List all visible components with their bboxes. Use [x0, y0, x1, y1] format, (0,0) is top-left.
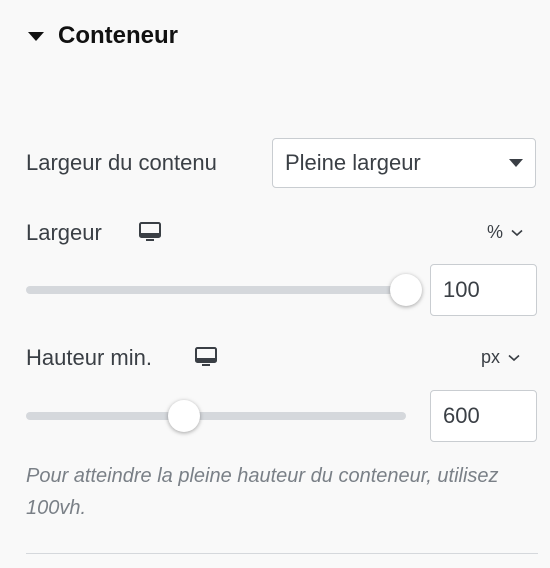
min-height-unit: px — [481, 347, 501, 367]
section-title: Conteneur — [58, 22, 178, 49]
content-width-label: Largeur du contenu — [26, 150, 217, 175]
chevron-down-icon — [508, 354, 520, 361]
content-width-select[interactable]: Pleine largeur — [272, 138, 536, 188]
width-slider-track[interactable] — [26, 286, 406, 294]
caret-down-icon — [28, 31, 44, 41]
min-height-label: Hauteur min. — [26, 345, 152, 370]
width-unit-selector[interactable]: % — [487, 222, 523, 243]
min-height-slider-handle[interactable] — [167, 400, 200, 432]
divider — [26, 553, 538, 554]
desktop-icon[interactable] — [194, 345, 218, 369]
dropdown-arrow-icon — [509, 159, 523, 167]
width-slider-handle[interactable] — [390, 274, 422, 306]
desktop-icon[interactable] — [138, 220, 162, 244]
width-label: Largeur — [26, 220, 102, 245]
width-input[interactable] — [430, 264, 537, 316]
chevron-down-icon — [511, 229, 523, 236]
width-unit: % — [487, 222, 504, 242]
content-width-value: Pleine largeur — [285, 150, 421, 175]
min-height-unit-selector[interactable]: px — [481, 347, 520, 368]
min-height-input[interactable] — [430, 390, 537, 442]
help-text: Pour atteindre la pleine hauteur du cont… — [26, 465, 499, 519]
section-toggle-conteneur[interactable]: Conteneur — [26, 22, 178, 50]
min-height-slider-track[interactable] — [26, 412, 406, 420]
